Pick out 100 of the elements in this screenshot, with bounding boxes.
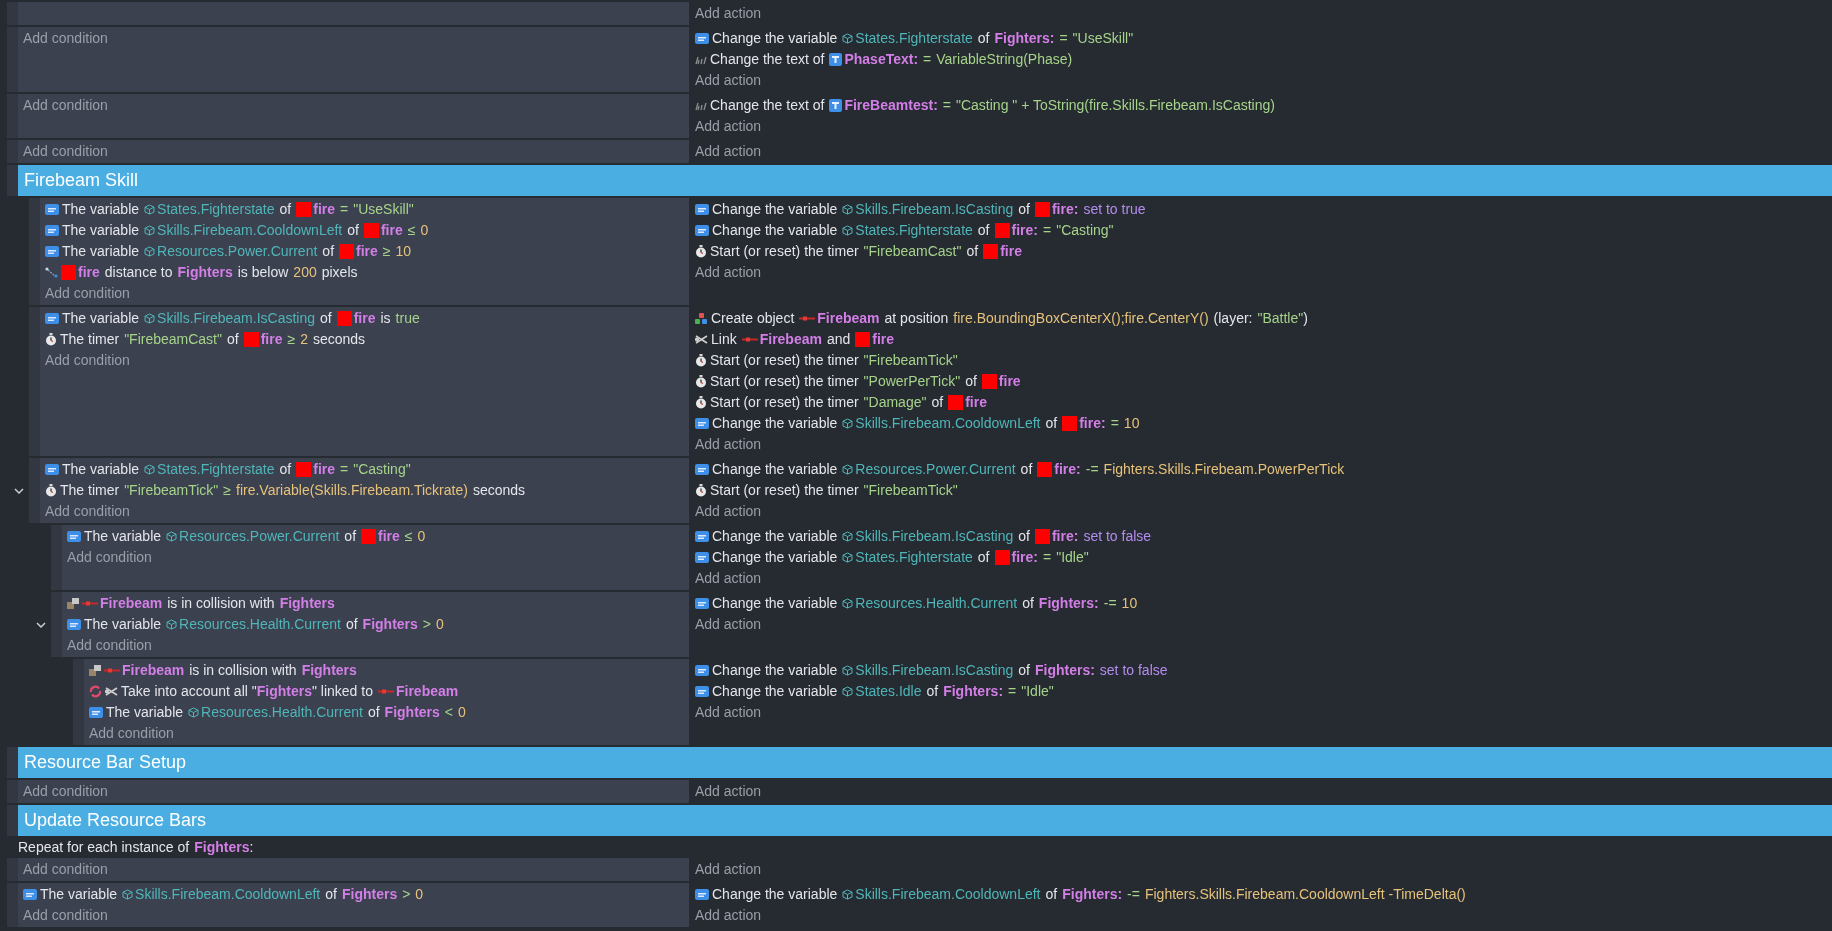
- object-thumbnail: [948, 395, 964, 410]
- add-condition-button[interactable]: Add condition: [67, 635, 152, 656]
- add-condition-button[interactable]: Add condition: [45, 283, 130, 304]
- instruction-text: The variable: [40, 885, 118, 904]
- drag-handle[interactable]: [7, 94, 18, 138]
- operator: =: [1110, 414, 1119, 433]
- add-condition-button[interactable]: Add condition: [67, 547, 152, 568]
- object-thumbnail: [994, 550, 1010, 565]
- variable-icon: [695, 598, 709, 609]
- cube-outline-icon: [144, 464, 156, 475]
- drag-handle[interactable]: [7, 165, 18, 196]
- cube-outline-icon: [842, 33, 854, 44]
- add-action-button[interactable]: Add action: [695, 141, 762, 162]
- add-action-button[interactable]: Add action: [695, 781, 762, 802]
- cube-outline-icon: [842, 889, 854, 900]
- object-thumbnail: [1037, 462, 1053, 477]
- object-name: fire: [965, 393, 987, 412]
- drag-handle[interactable]: [7, 27, 18, 92]
- drag-handle[interactable]: [7, 805, 18, 836]
- drag-handle[interactable]: [29, 198, 40, 305]
- add-condition-button[interactable]: Add condition: [23, 141, 108, 162]
- instruction-text: The timer: [60, 481, 120, 500]
- drag-handle[interactable]: [51, 592, 62, 657]
- variable-name: Resources.Health.Current: [179, 615, 341, 634]
- object-name: fire:: [1054, 460, 1081, 479]
- object-name: Fighters:: [994, 29, 1055, 48]
- group-title: Update Resource Bars: [24, 809, 207, 832]
- instruction-text: of: [279, 460, 292, 479]
- string-value: "Casting": [1056, 221, 1114, 240]
- instruction-text: The variable: [62, 309, 140, 328]
- add-condition-button[interactable]: Add condition: [23, 95, 108, 116]
- add-condition-button[interactable]: Add condition: [45, 501, 130, 522]
- add-action-button[interactable]: Add action: [695, 116, 762, 137]
- variable-name: Skills.Firebeam.CooldownLeft: [157, 221, 343, 240]
- drag-handle[interactable]: [7, 747, 18, 778]
- drag-handle[interactable]: [7, 780, 18, 803]
- operator: >: [422, 615, 431, 634]
- add-action-button[interactable]: Add action: [695, 702, 762, 723]
- cube-outline-icon: [144, 225, 156, 236]
- instruction-text: is in collision with: [167, 594, 275, 613]
- object-name: PhaseText:: [844, 50, 919, 69]
- add-action-button[interactable]: Add action: [695, 70, 762, 91]
- object-name: Firebeam: [100, 594, 163, 613]
- variable-icon: [695, 531, 709, 542]
- expression: fire.Variable(Skills.Firebeam.Tickrate): [236, 481, 468, 500]
- add-condition-button[interactable]: Add condition: [23, 859, 108, 880]
- variable-name: States.Idle: [855, 682, 922, 701]
- group-header[interactable]: Firebeam Skill: [18, 165, 1832, 196]
- number-value: 0: [417, 527, 426, 546]
- instruction-text: of: [347, 221, 359, 240]
- add-condition-button[interactable]: Add condition: [45, 350, 130, 371]
- object-name: fire: [313, 200, 336, 219]
- drag-handle[interactable]: [29, 307, 40, 456]
- add-action-button[interactable]: Add action: [695, 905, 762, 926]
- add-action-button[interactable]: Add action: [695, 568, 762, 589]
- object-name: fire: [313, 460, 336, 479]
- drag-handle[interactable]: [7, 883, 18, 927]
- add-action-button[interactable]: Add action: [695, 262, 762, 283]
- drag-handle[interactable]: [7, 858, 18, 881]
- add-condition-button[interactable]: Add condition: [23, 781, 108, 802]
- variable-name: Skills.Firebeam.CooldownLeft: [135, 885, 321, 904]
- instruction-text: Change the variable: [712, 414, 838, 433]
- string-value: "FirebeamTick": [863, 351, 958, 370]
- instruction-text: of: [1020, 460, 1033, 479]
- variable-name: States.Fighterstate: [855, 29, 973, 48]
- add-condition-button[interactable]: Add condition: [23, 28, 108, 49]
- object-name: Firebeam: [817, 309, 880, 328]
- add-action-button[interactable]: Add action: [695, 434, 762, 455]
- value-keyword: set to false: [1099, 661, 1168, 680]
- distance-icon: [45, 267, 58, 278]
- beam-thumbnail: [104, 668, 120, 673]
- link-icon: [105, 687, 118, 696]
- drag-handle[interactable]: [51, 525, 62, 590]
- instruction-text: Change the variable: [712, 885, 838, 904]
- drag-handle[interactable]: [29, 458, 40, 523]
- object-thumbnail: [994, 223, 1010, 238]
- number-value: 10: [1121, 594, 1138, 613]
- add-action-button[interactable]: Add action: [695, 859, 762, 880]
- object-name: fire: [260, 330, 283, 349]
- add-action-button[interactable]: Add action: [695, 614, 762, 635]
- instruction-text: Change the variable: [712, 682, 838, 701]
- add-action-button[interactable]: Add action: [695, 501, 762, 522]
- add-action-button[interactable]: Add action: [695, 3, 762, 24]
- add-condition-button[interactable]: Add condition: [23, 905, 108, 926]
- object-name: fire:: [1051, 200, 1079, 219]
- drag-handle[interactable]: [7, 2, 18, 25]
- instruction-text: of: [345, 615, 358, 634]
- group-header[interactable]: Update Resource Bars: [18, 805, 1832, 836]
- instruction-text: of: [322, 242, 335, 261]
- instruction-text: of: [1018, 661, 1030, 680]
- beam-thumbnail: [741, 337, 758, 342]
- stopwatch-icon: [45, 333, 57, 346]
- drag-handle[interactable]: [73, 659, 84, 745]
- drag-handle[interactable]: [7, 140, 18, 163]
- object-thumbnail: [983, 244, 999, 259]
- add-condition-button[interactable]: Add condition: [89, 723, 174, 744]
- variable-icon: [45, 313, 59, 324]
- group-header[interactable]: Resource Bar Setup: [18, 747, 1832, 778]
- object-thumbnail: [1034, 202, 1050, 217]
- number-value: 10: [395, 242, 412, 261]
